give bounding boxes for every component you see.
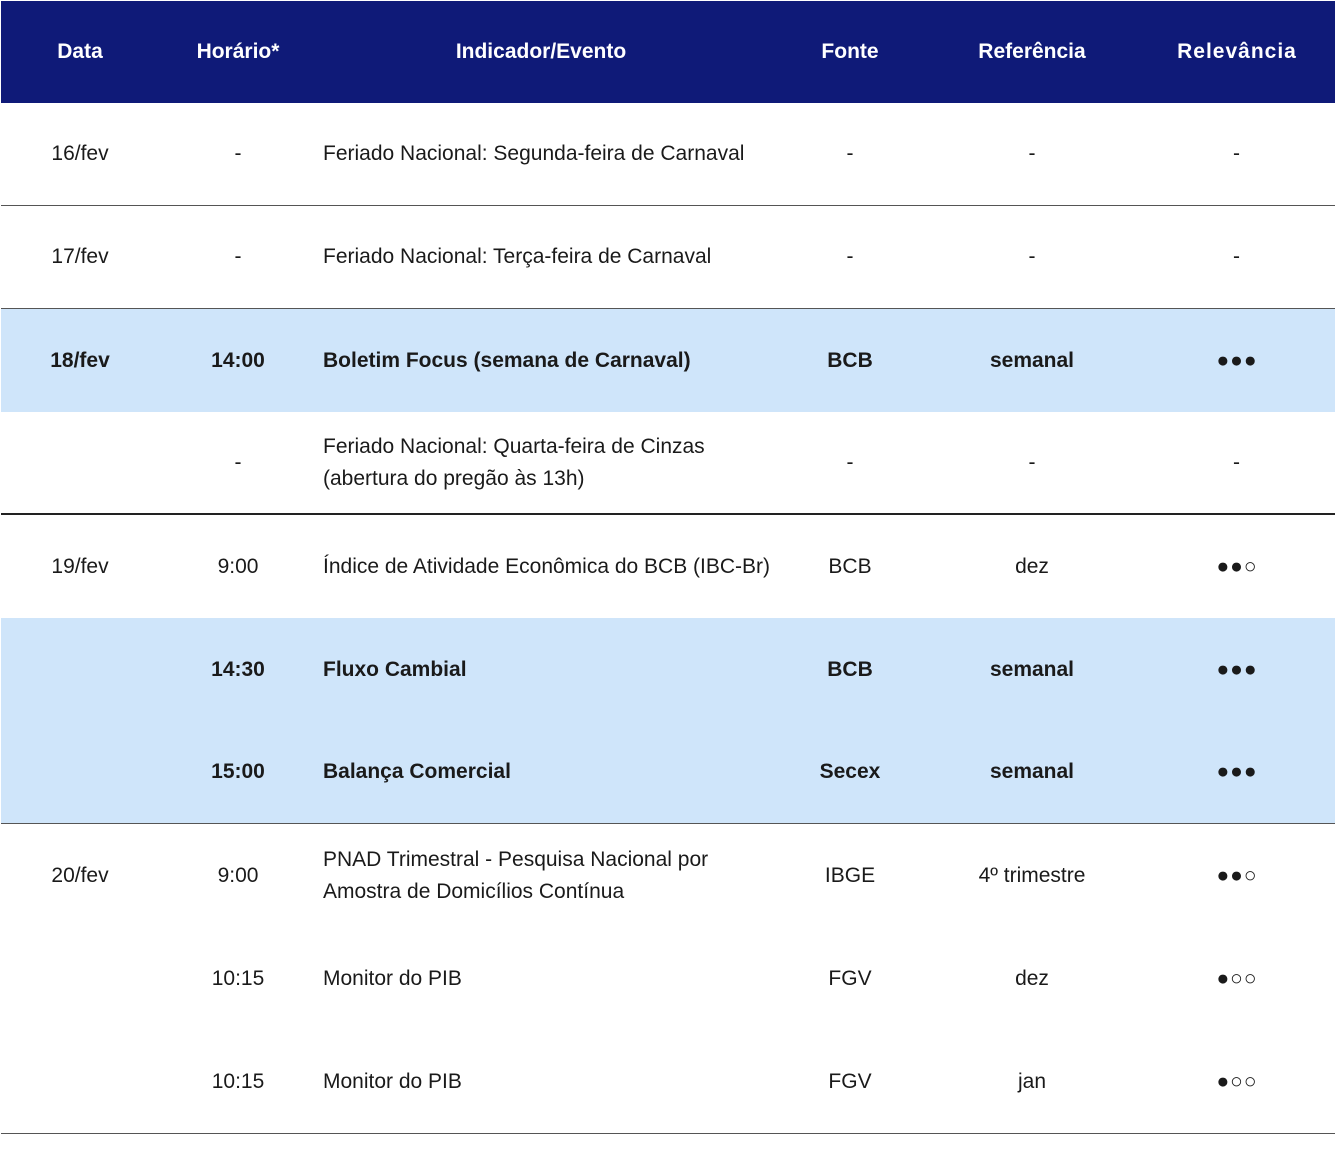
row-source: - xyxy=(846,450,854,474)
table-row: 15:00 Balança Comercial Secex semanal ●●… xyxy=(1,721,1335,824)
row-relevance: ●●● xyxy=(1216,348,1258,372)
row-date: 16/fev xyxy=(51,142,109,165)
row-event: PNAD Trimestral - Pesquisa Nacional por … xyxy=(323,847,709,903)
row-reference: dez xyxy=(1015,554,1049,578)
row-event: Feriado Nacional: Terça-feira de Carnava… xyxy=(323,245,712,268)
row-time: 10:15 xyxy=(211,966,265,990)
row-date: 17/fev xyxy=(51,245,109,268)
table-row: 14:30 Fluxo Cambial BCB semanal ●●● xyxy=(1,618,1335,721)
row-date: 20/fev xyxy=(51,863,109,887)
table-row: 17/fev - Feriado Nacional: Terça-feira d… xyxy=(1,206,1335,309)
row-source: BCB xyxy=(827,657,873,681)
row-date: 18/fev xyxy=(50,348,110,372)
row-relevance: ●●● xyxy=(1216,760,1258,783)
row-time: 14:30 xyxy=(211,657,265,681)
economic-calendar-table: Data Horário* Indicador/Evento Fonte Ref… xyxy=(1,1,1335,1133)
row-event: Balança Comercial xyxy=(323,760,511,783)
row-reference: jan xyxy=(1017,1069,1047,1093)
row-time: 9:00 xyxy=(217,863,259,887)
row-source: - xyxy=(846,142,854,165)
table-row: 10:15 Monitor do PIB FGV jan ●○○ xyxy=(1,1030,1335,1133)
row-source: IBGE xyxy=(824,863,876,887)
table-row: 10:15 Monitor do PIB FGV dez ●○○ xyxy=(1,927,1335,1030)
header-relevance: Relevância xyxy=(1177,40,1297,63)
row-relevance: ●●○ xyxy=(1216,863,1258,887)
header-date: Data xyxy=(57,40,103,63)
row-reference: - xyxy=(1028,142,1036,165)
row-reference: 4º trimestre xyxy=(978,863,1086,887)
table-row: - Feriado Nacional: Quarta-feira de Cinz… xyxy=(1,412,1335,515)
row-time: 10:15 xyxy=(211,1069,265,1093)
row-relevance: ●●○ xyxy=(1216,554,1258,578)
row-time: - xyxy=(234,450,242,474)
row-reference: semanal xyxy=(989,657,1075,681)
row-reference: - xyxy=(1028,245,1036,268)
row-relevance: - xyxy=(1233,142,1241,165)
row-time: 14:00 xyxy=(211,348,265,372)
table-row: 19/fev 9:00 Índice de Atividade Econômic… xyxy=(1,515,1335,618)
row-event: Monitor do PIB xyxy=(323,966,462,990)
row-event: Fluxo Cambial xyxy=(323,657,467,681)
row-date: 19/fev xyxy=(51,554,109,578)
row-event: Monitor do PIB xyxy=(323,1069,462,1093)
row-reference: - xyxy=(1028,450,1036,474)
table-row: 20/fev 9:00 PNAD Trimestral - Pesquisa N… xyxy=(1,824,1335,927)
row-time: 15:00 xyxy=(211,760,265,783)
row-relevance: - xyxy=(1233,450,1241,474)
header-reference: Referência xyxy=(978,40,1086,63)
table-row: 18/fev 14:00 Boletim Focus (semana de Ca… xyxy=(1,309,1335,412)
row-relevance: ●○○ xyxy=(1216,1069,1258,1093)
header-time: Horário* xyxy=(196,40,280,63)
row-time: - xyxy=(234,142,242,165)
table-bottom-divider xyxy=(1,1133,1335,1134)
header-event: Indicador/Evento xyxy=(455,40,627,63)
header-source: Fonte xyxy=(821,40,879,63)
row-event: Boletim Focus (semana de Carnaval) xyxy=(323,348,691,372)
row-reference: dez xyxy=(1015,966,1049,990)
row-source: FGV xyxy=(828,966,872,990)
row-time: 9:00 xyxy=(217,554,259,578)
row-event: Índice de Atividade Econômica do BCB (IB… xyxy=(323,554,771,578)
row-reference: semanal xyxy=(989,760,1075,783)
row-source: - xyxy=(846,245,854,268)
row-relevance: - xyxy=(1233,245,1241,268)
row-reference: semanal xyxy=(989,348,1075,372)
row-event: Feriado Nacional: Quarta-feira de Cinzas… xyxy=(323,434,705,490)
table-header: Data Horário* Indicador/Evento Fonte Ref… xyxy=(1,1,1335,103)
row-relevance: ●●● xyxy=(1216,657,1258,681)
row-relevance: ●○○ xyxy=(1216,966,1258,990)
row-source: BCB xyxy=(828,554,872,578)
row-time: - xyxy=(234,245,242,268)
row-source: BCB xyxy=(827,348,873,372)
row-source: Secex xyxy=(819,760,881,783)
row-event: Feriado Nacional: Segunda-feira de Carna… xyxy=(323,142,745,165)
row-source: FGV xyxy=(828,1069,872,1093)
table-row: 16/fev - Feriado Nacional: Segunda-feira… xyxy=(1,103,1335,206)
